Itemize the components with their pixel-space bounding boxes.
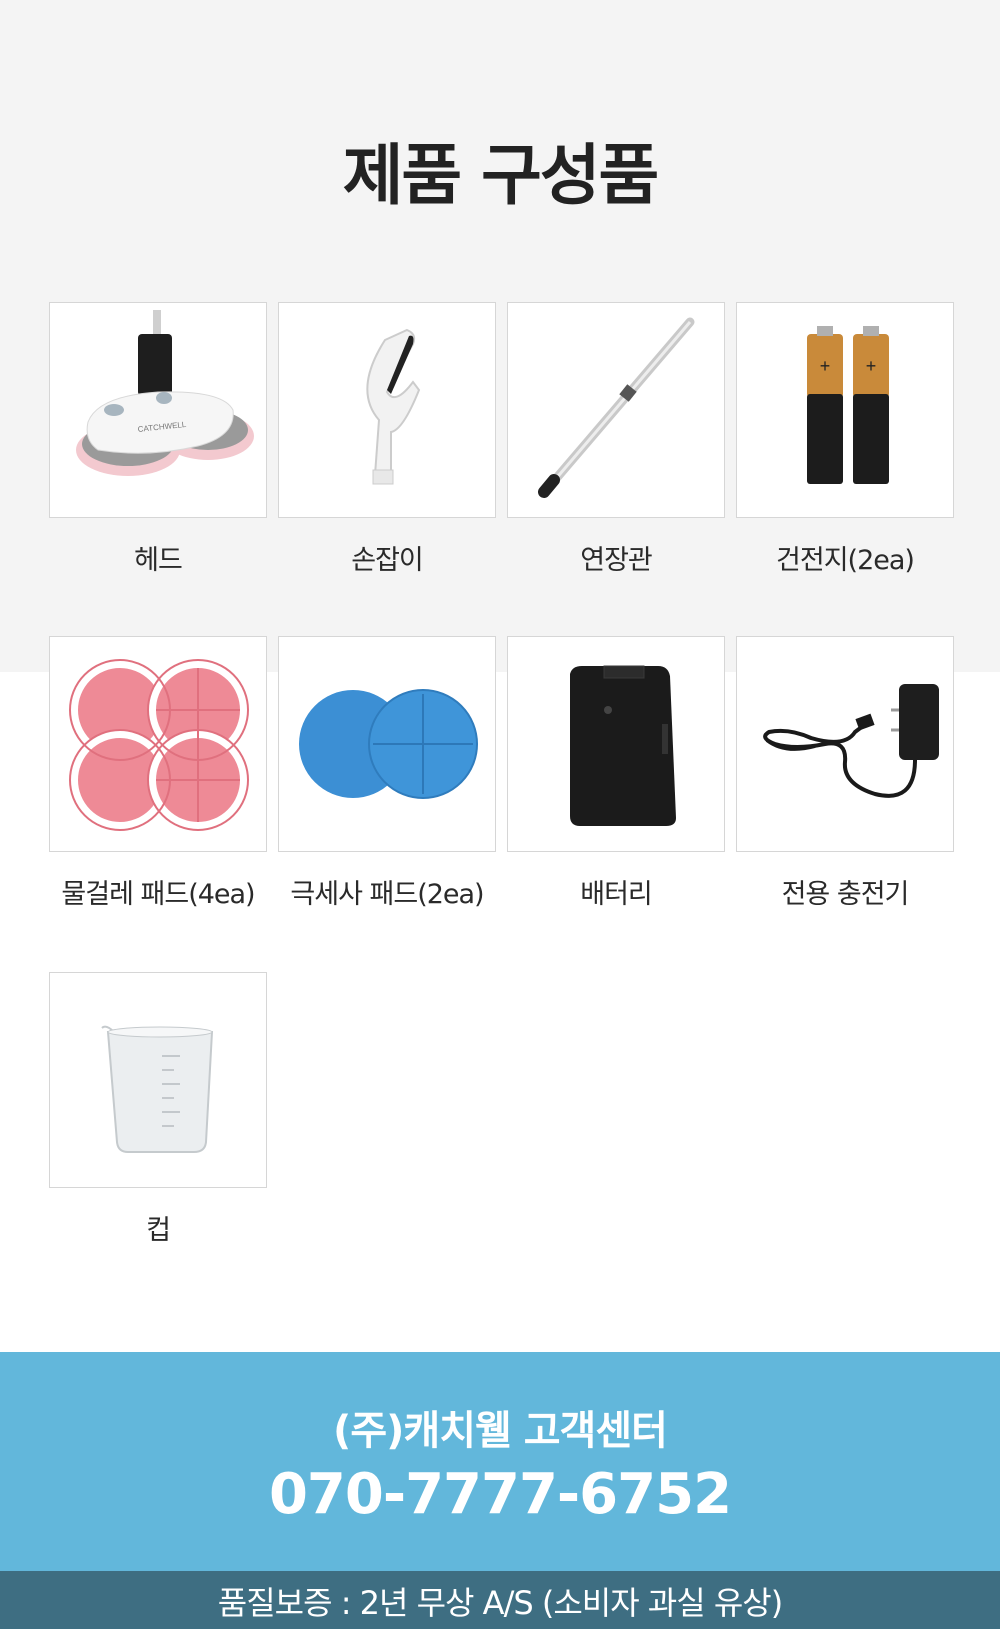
component-item-head: CATCHWELL 헤드 — [49, 302, 267, 577]
wet-pad-icon — [69, 659, 249, 831]
component-label: 헤드 — [134, 545, 183, 576]
component-label: 컵 — [146, 1215, 171, 1246]
component-label: 물걸레 패드(4ea) — [61, 879, 255, 910]
charger-icon — [763, 684, 939, 798]
battery-cells-icon: + + — [807, 326, 889, 484]
component-item-battery-cells: + + 건전지(2ea) — [736, 302, 954, 577]
component-card — [507, 302, 725, 518]
measuring-cup-icon — [101, 1025, 214, 1153]
warranty-text: 품질보증 : 2년 무상 A/S (소비자 과실 유상) — [217, 1584, 783, 1622]
component-item-battery-pack: 배터리 — [507, 636, 725, 911]
component-label: 전용 충전기 — [781, 879, 910, 910]
component-item-handle: 손잡이 — [278, 302, 496, 577]
component-card — [49, 972, 267, 1188]
customer-center-title: (주)캐치웰 고객센터 — [333, 1408, 668, 1454]
component-card — [278, 302, 496, 518]
component-item-charger: 전용 충전기 — [736, 636, 954, 911]
svg-text:+: + — [820, 356, 831, 376]
component-card — [49, 636, 267, 852]
section-title: 제품 구성품 — [342, 137, 660, 214]
extension-pipe-icon — [538, 317, 695, 498]
battery-pack-icon — [570, 665, 676, 826]
component-label: 배터리 — [580, 879, 653, 910]
component-label: 건전지(2ea) — [776, 545, 915, 576]
microfiber-pad-icon — [299, 689, 478, 799]
component-card: + + — [736, 302, 954, 518]
component-item-wet-pad: 물걸레 패드(4ea) — [49, 636, 267, 911]
mop-head-icon: CATCHWELL — [76, 310, 254, 476]
component-card — [278, 636, 496, 852]
component-item-extension-pipe: 연장관 — [507, 302, 725, 577]
component-item-microfiber-pad: 극세사 패드(2ea) — [278, 636, 496, 911]
component-label: 손잡이 — [351, 545, 424, 576]
component-card: CATCHWELL — [49, 302, 267, 518]
svg-text:+: + — [866, 356, 877, 376]
component-card — [507, 636, 725, 852]
customer-center-phone[interactable]: 070-7777-6752 — [0, 1462, 1000, 1527]
component-item-cup: 컵 — [49, 972, 267, 1247]
component-card — [736, 636, 954, 852]
component-label: 극세사 패드(2ea) — [290, 879, 484, 910]
component-label: 연장관 — [580, 545, 653, 576]
handle-icon — [366, 328, 421, 485]
